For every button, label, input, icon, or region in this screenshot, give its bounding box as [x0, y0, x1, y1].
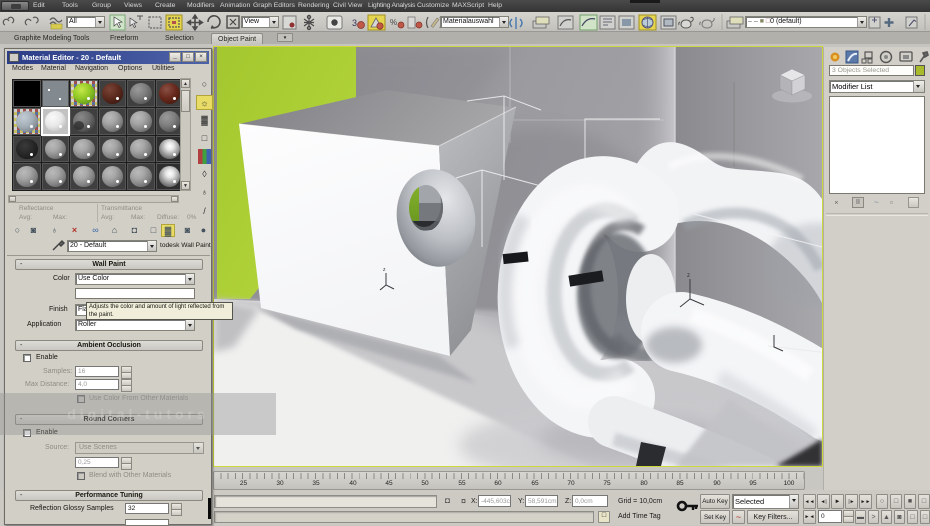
svg-text:3: 3 — [352, 18, 357, 28]
svg-text:%: % — [390, 18, 397, 27]
svg-text:z: z — [687, 273, 690, 279]
